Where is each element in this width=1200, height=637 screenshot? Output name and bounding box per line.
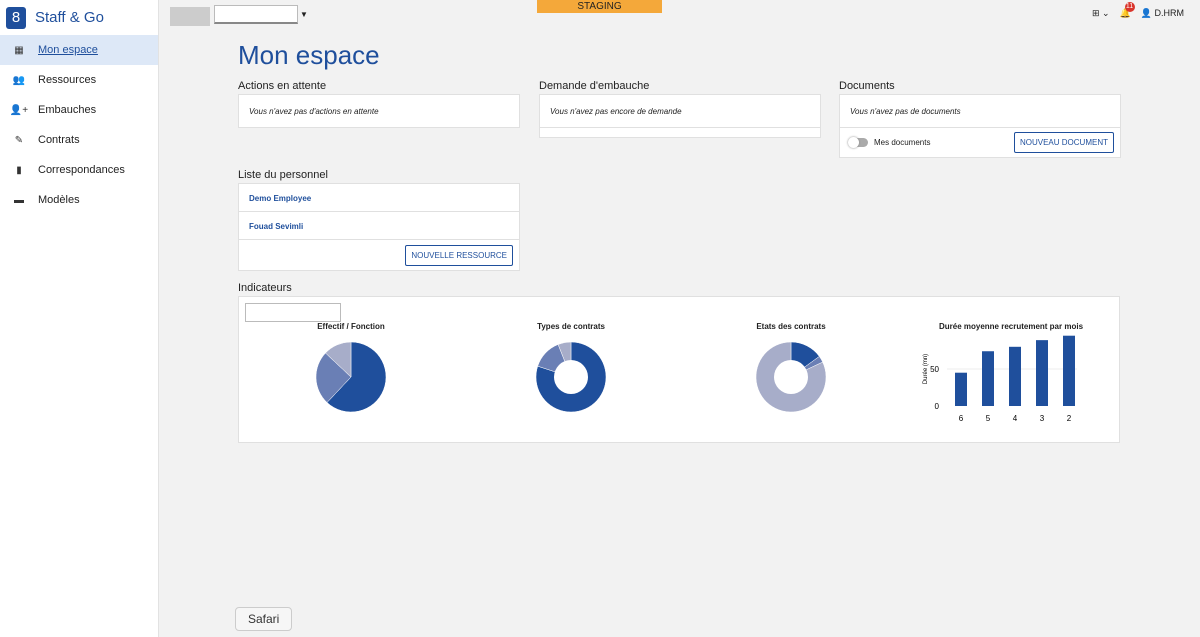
bar [982, 351, 994, 406]
mes-documents-label: Mes documents [874, 138, 931, 147]
add-menu-button[interactable]: ⊞ ⌄ [1092, 8, 1110, 19]
sidebar-item-mon-espace[interactable]: ▦ Mon espace [0, 35, 158, 65]
sidebar-item-ressources[interactable]: 👥 Ressources [0, 65, 158, 95]
y-axis-label: Durée (mn) [923, 354, 929, 384]
sidebar-item-contrats[interactable]: ✎ Contrats [0, 125, 158, 155]
personnel-title: Liste du personnel [238, 169, 328, 181]
sidebar-item-label: Correspondances [38, 164, 125, 176]
bar [1063, 335, 1075, 406]
company-logo-thumbnail [170, 7, 210, 26]
charts-canvas: 0 50Durée (mn) 6 5 4 3 2 [315, 335, 1077, 423]
sidebar-item-correspondances[interactable]: ▮ Correspondances [0, 155, 158, 185]
sidebar: 8 Staff & Go ▦ Mon espace 👥 Ressources 👤+ Em… [0, 0, 159, 637]
y-tick-label: 0 [935, 402, 940, 411]
environment-banner: STAGING [537, 0, 662, 13]
documents-empty: Vous n'avez pas de documents [840, 95, 1120, 128]
sidebar-item-label: Embauches [38, 104, 97, 116]
y-tick-label: 50 [930, 365, 939, 374]
notification-badge: 11 [1124, 2, 1135, 12]
donut-hole [554, 360, 588, 394]
documents-card: Vous n'avez pas de documents Mes documen… [839, 94, 1121, 158]
x-tick-label: 5 [986, 414, 991, 423]
mes-documents-toggle[interactable] [848, 137, 868, 148]
caret-down-icon[interactable]: ▼ [300, 10, 308, 19]
bar [955, 372, 967, 406]
personnel-card: Demo Employee Fouad Sevimli NOUVELLE RES… [238, 183, 520, 271]
bar [1036, 340, 1048, 406]
indicateurs-card: Effectif / Fonction Types de contrats Et… [238, 296, 1120, 443]
company-select[interactable] [214, 5, 298, 24]
grid-icon: ▦ [14, 44, 24, 56]
actions-title: Actions en attente [238, 80, 327, 92]
sidebar-item-label: Ressources [38, 74, 97, 86]
logo-icon: 8 [6, 6, 26, 29]
sidebar-item-modeles[interactable]: ▬ Modèles [0, 185, 158, 215]
actions-card: Vous n'avez pas d'actions en attente [238, 94, 520, 128]
x-tick-label: 4 [1013, 414, 1018, 423]
actions-empty: Vous n'avez pas d'actions en attente [249, 107, 379, 116]
user-icon: 👤 [1140, 8, 1152, 18]
new-document-button[interactable]: NOUVEAU DOCUMENT [1013, 132, 1114, 153]
personnel-item[interactable]: Demo Employee [239, 184, 519, 212]
dock-tooltip: Safari [235, 607, 293, 631]
user-name: D.HRM [1154, 8, 1185, 18]
sidebar-item-embauches[interactable]: 👤+ Embauches [0, 95, 158, 125]
notifications-button[interactable]: 🔔 11 [1120, 2, 1135, 19]
embauche-card: Vous n'avez pas encore de demande [539, 94, 821, 138]
embauche-title: Demande d'embauche [539, 80, 650, 92]
user-plus-icon: 👤+ [9, 104, 29, 116]
x-tick-label: 6 [959, 414, 964, 423]
file-icon: ▮ [16, 164, 22, 176]
sidebar-item-label: Contrats [38, 134, 80, 146]
personnel-item[interactable]: Fouad Sevimli [239, 212, 519, 240]
donut-hole [774, 360, 808, 394]
contract-icon: ✎ [14, 134, 24, 146]
brand-name: Staff & Go [35, 9, 104, 26]
folder-icon: ▬ [14, 194, 24, 206]
brand[interactable]: 8 Staff & Go [0, 0, 158, 35]
topbar: ▼ STAGING ⊞ ⌄ 🔔 11 👤 D.HRM [159, 0, 1200, 30]
new-resource-button[interactable]: NOUVELLE RESSOURCE [405, 245, 513, 266]
sidebar-item-label: Mon espace [38, 44, 98, 56]
user-menu[interactable]: 👤 D.HRM [1141, 8, 1184, 19]
x-tick-label: 3 [1040, 414, 1045, 423]
indicateurs-title: Indicateurs [238, 282, 292, 294]
bar [1009, 346, 1021, 406]
embauche-empty: Vous n'avez pas encore de demande [540, 95, 820, 128]
documents-title: Documents [839, 80, 895, 92]
sidebar-item-label: Modèles [38, 194, 80, 206]
x-tick-label: 2 [1067, 414, 1072, 423]
page-title: Mon espace [238, 40, 380, 70]
users-icon: 👥 [12, 74, 26, 86]
